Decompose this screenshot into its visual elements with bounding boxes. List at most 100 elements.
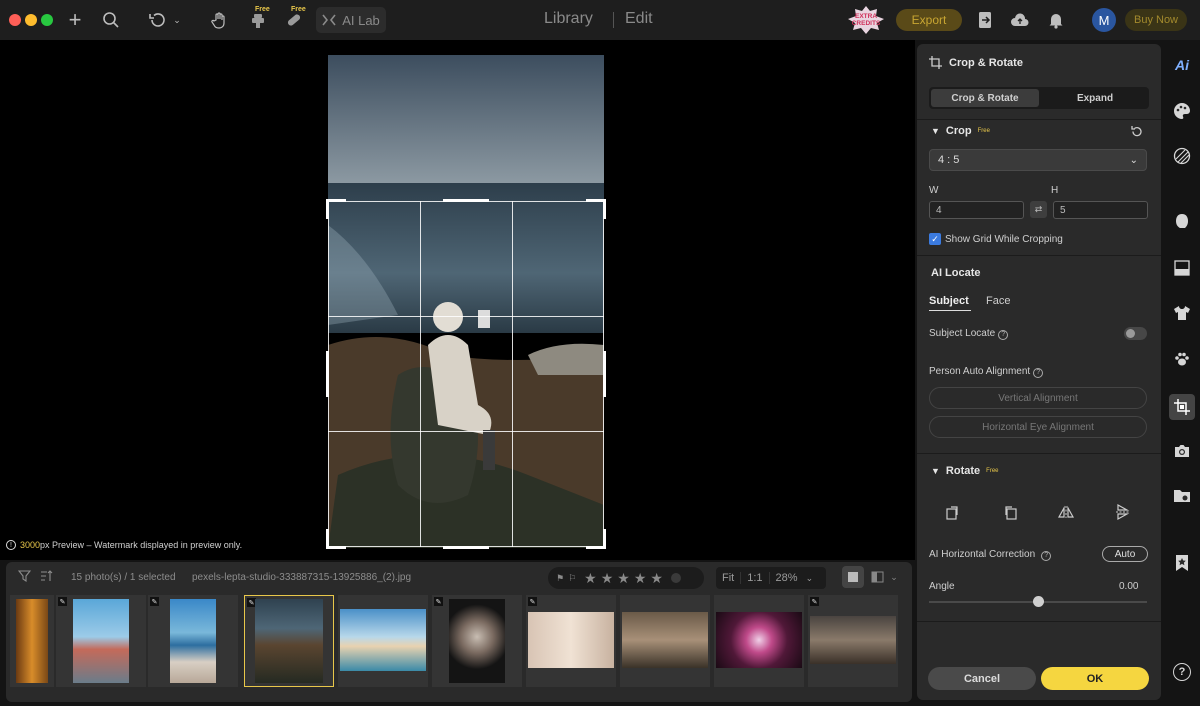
zoom-percent-select[interactable]: 28%	[770, 572, 804, 584]
subject-locate-toggle[interactable]	[1124, 327, 1147, 340]
rotate-left-icon[interactable]	[944, 503, 962, 521]
width-label: W	[929, 185, 939, 196]
show-grid-checkbox[interactable]: ✓	[929, 233, 941, 245]
thumbnail[interactable]: ✎	[148, 595, 238, 687]
free-tag: Free	[291, 6, 306, 13]
crop-handle-bottom[interactable]	[443, 546, 489, 549]
filmstrip: 15 photo(s) / 1 selected pexels-lepta-st…	[6, 562, 912, 702]
star-1[interactable]: ★	[584, 570, 597, 587]
compare-view-icon[interactable]	[868, 566, 886, 588]
crop-handle-left[interactable]	[326, 351, 329, 397]
tab-subject[interactable]: Subject	[929, 295, 969, 307]
tab-edit[interactable]: Edit	[625, 10, 653, 28]
maximize-window-button[interactable]	[41, 14, 53, 26]
crop-handle-top-left[interactable]	[326, 199, 346, 219]
vertical-alignment-button[interactable]: Vertical Alignment	[929, 387, 1147, 409]
thumbnail[interactable]	[10, 595, 54, 687]
single-view-icon[interactable]	[842, 566, 864, 588]
rotate-right-icon[interactable]	[1001, 503, 1019, 521]
cancel-button[interactable]: Cancel	[928, 667, 1036, 690]
add-icon[interactable]: +	[63, 7, 87, 32]
clothing-icon[interactable]	[1171, 302, 1193, 324]
tab-face[interactable]: Face	[986, 295, 1010, 307]
crop-frame[interactable]	[326, 199, 606, 549]
search-icon[interactable]	[99, 8, 123, 32]
editor-canvas[interactable]: ! 3000px Preview – Watermark displayed i…	[0, 40, 915, 560]
filter-icon[interactable]	[14, 566, 34, 586]
minimize-window-button[interactable]	[25, 14, 37, 26]
thumbnail[interactable]: ✎	[526, 595, 616, 687]
buy-now-button[interactable]: Buy Now	[1125, 9, 1187, 31]
ok-button[interactable]: OK	[1041, 667, 1149, 690]
tab-expand[interactable]: Expand	[1041, 87, 1149, 109]
star-3[interactable]: ★	[617, 570, 630, 587]
sort-icon[interactable]	[36, 566, 56, 586]
star-2[interactable]: ★	[601, 570, 614, 587]
folder-view-icon[interactable]	[1171, 485, 1193, 507]
horizontal-eye-alignment-button[interactable]: Horizontal Eye Alignment	[929, 416, 1147, 438]
thumbnail[interactable]: ✎	[808, 595, 898, 687]
crop-rotate-tool-icon[interactable]	[1169, 394, 1195, 420]
gradient-icon[interactable]	[1171, 257, 1193, 279]
flag-icon[interactable]: ⚑	[556, 573, 564, 584]
undo-history-chevron-icon[interactable]: ⌄	[170, 8, 184, 32]
ai-lab-button[interactable]: AI Lab	[316, 7, 386, 33]
bookmark-star-icon[interactable]	[1171, 552, 1193, 574]
crop-handle-bottom-left[interactable]	[326, 529, 346, 549]
thumbnail-selected[interactable]: ✎	[244, 595, 334, 687]
crop-handle-bottom-right[interactable]	[586, 529, 606, 549]
zoom-fit-button[interactable]: Fit	[716, 572, 742, 584]
height-input[interactable]: 5	[1053, 201, 1148, 219]
crop-handle-top-right[interactable]	[586, 199, 606, 219]
zoom-chevron-icon[interactable]: ⌄	[804, 573, 816, 584]
divider	[917, 453, 1161, 454]
reject-flag-icon[interactable]: ⚐	[568, 573, 576, 584]
flip-horizontal-icon[interactable]	[1057, 503, 1075, 521]
undo-icon[interactable]	[146, 8, 170, 32]
thumbnail-image	[810, 616, 896, 664]
color-label-icon[interactable]	[670, 573, 681, 583]
panel-title: Crop & Rotate	[929, 56, 1023, 69]
camera-icon[interactable]	[1171, 440, 1193, 462]
swap-dimensions-icon[interactable]: ⇄	[1030, 201, 1047, 218]
crop-section-header[interactable]: ▼ Crop Free	[931, 125, 990, 137]
tab-crop-rotate[interactable]: Crop & Rotate	[931, 89, 1039, 107]
export-file-icon[interactable]	[973, 8, 997, 32]
zoom-1to1-button[interactable]: 1:1	[741, 572, 770, 584]
help-icon[interactable]: ?	[1173, 663, 1191, 681]
thumbnail[interactable]	[338, 595, 428, 687]
crop-handle-right[interactable]	[603, 351, 606, 397]
reset-icon[interactable]	[1128, 123, 1144, 139]
flip-vertical-icon[interactable]	[1114, 503, 1132, 521]
face-retouch-icon[interactable]	[1171, 211, 1193, 233]
thumbnail[interactable]: ✎	[432, 595, 522, 687]
width-input[interactable]: 4	[929, 201, 1024, 219]
auto-correction-button[interactable]: Auto	[1102, 546, 1148, 562]
grid-line	[328, 431, 604, 432]
chevron-down-icon: ⌄	[1129, 154, 1138, 166]
aspect-ratio-select[interactable]: 4 : 5 ⌄	[929, 149, 1147, 171]
active-tab-underline	[929, 310, 971, 311]
palette-icon[interactable]	[1171, 100, 1193, 122]
thumbnail[interactable]	[714, 595, 804, 687]
pet-paw-icon[interactable]	[1171, 348, 1193, 370]
star-4[interactable]: ★	[634, 570, 647, 587]
tab-library[interactable]: Library	[544, 10, 593, 28]
avatar[interactable]: M	[1092, 8, 1116, 32]
hand-tool-icon[interactable]	[208, 8, 232, 32]
crop-handle-top[interactable]	[443, 199, 489, 202]
extra-credits-badge[interactable]: EXTRA CREDITS	[846, 6, 886, 34]
export-button[interactable]: Export	[896, 9, 962, 31]
thumbnail[interactable]	[620, 595, 710, 687]
rotate-label: Rotate	[945, 465, 981, 477]
star-5[interactable]: ★	[650, 570, 663, 587]
bell-icon[interactable]	[1044, 8, 1068, 32]
ai-tools-icon[interactable]: Ai	[1171, 54, 1193, 76]
cloud-icon[interactable]	[1008, 8, 1032, 32]
angle-slider-knob[interactable]	[1033, 596, 1044, 607]
rotate-section-header[interactable]: ▼ Rotate Free	[931, 465, 999, 477]
thumbnail[interactable]: ✎	[56, 595, 146, 687]
texture-icon[interactable]	[1171, 145, 1193, 167]
view-mode-chevron-icon[interactable]: ⌄	[887, 566, 901, 588]
close-window-button[interactable]	[9, 14, 21, 26]
